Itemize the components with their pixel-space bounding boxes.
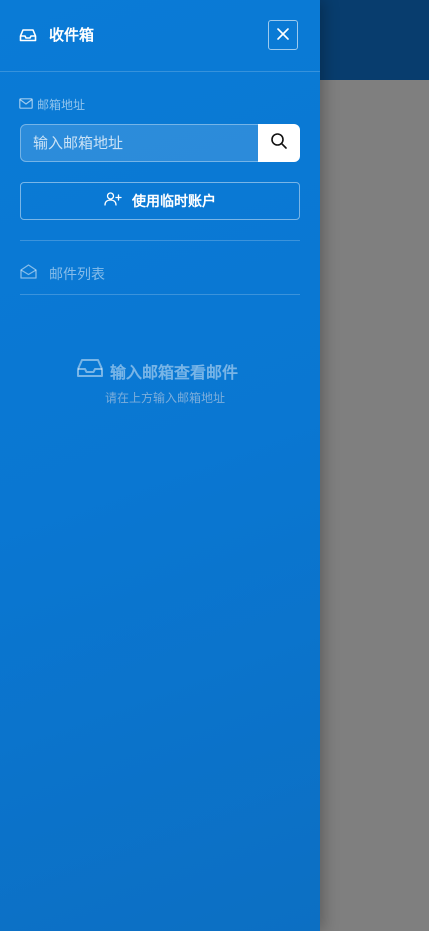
email-address-label-text: 邮箱地址 bbox=[37, 98, 86, 112]
user-plus-icon bbox=[104, 192, 122, 210]
search-button[interactable] bbox=[258, 124, 300, 162]
close-button[interactable] bbox=[268, 20, 298, 50]
empty-state-title-row: 输入邮箱查看邮件 bbox=[76, 358, 238, 387]
use-temp-account-label: 使用临时账户 bbox=[132, 194, 216, 210]
search-icon bbox=[270, 132, 288, 154]
empty-state-title: 输入邮箱查看邮件 bbox=[109, 362, 238, 382]
drawer-header: 收件箱 bbox=[0, 0, 320, 72]
envelope-open-icon bbox=[20, 264, 37, 285]
envelope-icon bbox=[19, 96, 33, 114]
use-temp-account-button[interactable]: 使用临时账户 bbox=[20, 182, 300, 220]
empty-state-subtitle: 请在上方输入邮箱地址 bbox=[104, 391, 225, 405]
inbox-icon bbox=[76, 358, 104, 387]
divider bbox=[20, 240, 300, 241]
email-search-row bbox=[20, 124, 300, 162]
email-input[interactable] bbox=[20, 124, 259, 162]
email-address-label: 邮箱地址 bbox=[19, 96, 85, 114]
mail-list-header: 邮件列表 bbox=[20, 264, 105, 285]
mail-list-header-text: 邮件列表 bbox=[49, 266, 105, 283]
inbox-icon bbox=[19, 27, 37, 42]
inbox-drawer: 收件箱 邮箱地址 输入邮箱地址 使用临时账户 邮件列表 输入邮箱查看邮件 请在上… bbox=[0, 0, 320, 931]
empty-state: 输入邮箱查看邮件 请在上方输入邮箱地址 bbox=[0, 358, 320, 406]
divider bbox=[20, 294, 300, 295]
close-icon bbox=[276, 26, 290, 45]
page: 收件箱 邮箱地址 输入邮箱地址 使用临时账户 邮件列表 输入邮箱查看邮件 请在上… bbox=[0, 0, 429, 931]
drawer-title: 收件箱 bbox=[49, 26, 95, 44]
